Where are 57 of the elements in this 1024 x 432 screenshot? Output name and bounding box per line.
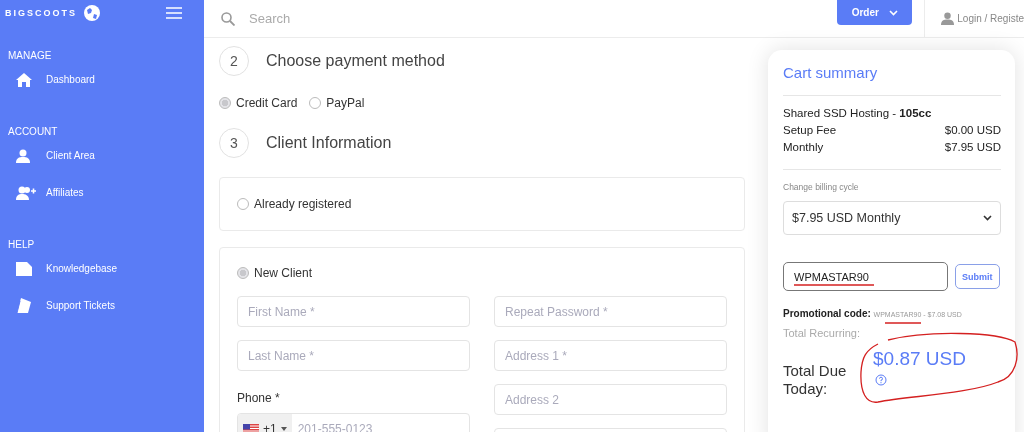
total-due-label: Total Due Today: (783, 362, 848, 398)
user-icon (16, 148, 30, 163)
help-icon[interactable] (875, 374, 887, 386)
sidebar-item[interactable]: Knowledgebase (46, 263, 118, 274)
billing-cycle-select[interactable]: $7.95 USD Monthly (783, 201, 1001, 235)
radio-button[interactable] (309, 97, 322, 109)
step-title: Client Information (266, 134, 392, 152)
radio-button[interactable] (237, 267, 249, 279)
radio-button[interactable] (237, 198, 249, 210)
sidebar-item[interactable]: Support Tickets (46, 300, 115, 311)
promo-code-field[interactable]: WPMASTAR90 (783, 262, 948, 291)
user-icon (941, 12, 955, 25)
login-link[interactable]: Login / Registe (957, 13, 1024, 24)
field-label: Phone * (237, 391, 281, 407)
total-recurring-label: Total Recurring: (783, 327, 862, 339)
chevron-down-icon (888, 9, 898, 16)
text-field[interactable]: Last Name * (237, 340, 470, 371)
sidebar-item[interactable]: Client Area (46, 150, 95, 161)
text-field[interactable]: Address 2 (494, 384, 727, 415)
radio-button[interactable] (219, 97, 231, 109)
line-amount: $7.95 USD (944, 140, 1001, 155)
flag-icon (243, 423, 259, 432)
radio-label[interactable]: PayPal (326, 96, 365, 110)
underline-mark (884, 322, 922, 324)
step-title: Choose payment method (266, 52, 445, 70)
caret-icon (280, 426, 287, 431)
sidebar-item[interactable]: Dashboard (46, 74, 95, 85)
sidebar-item[interactable]: Affiliates (46, 187, 84, 198)
add-users-icon (16, 185, 36, 200)
line-amount: $0.00 USD (944, 123, 1001, 138)
submit-button[interactable]: Submit (955, 264, 1000, 289)
document-icon (16, 261, 32, 276)
total-due-amount: $0.87 USD (873, 348, 966, 370)
text-field[interactable]: First Name * (237, 296, 470, 327)
section-heading: HELP (8, 239, 36, 250)
section-heading: MANAGE (8, 50, 53, 61)
radio-label[interactable]: New Client (254, 266, 313, 280)
menu-icon[interactable] (166, 7, 182, 19)
search-icon (221, 11, 235, 26)
logo-text: BIGSCOOTS (5, 8, 77, 18)
globe-icon (83, 4, 101, 22)
section-heading: ACCOUNT (8, 126, 59, 137)
chevron-down-icon (983, 215, 992, 221)
line-label: Monthly (783, 140, 824, 155)
phone-field[interactable]: +1 201-555-0123 (237, 413, 470, 432)
text-field[interactable]: Repeat Password * (494, 296, 727, 327)
home-icon (16, 72, 32, 87)
radio-label[interactable]: Credit Card (236, 96, 298, 110)
line-label: Setup Fee (783, 123, 837, 138)
radio-label[interactable]: Already registered (254, 197, 352, 211)
product-name: Shared SSD Hosting - 105cc (783, 106, 932, 121)
text-field[interactable]: Address 1 * (494, 340, 727, 371)
tickets-icon (16, 298, 32, 313)
card-title: Cart summary (783, 64, 879, 83)
field-label: Change billing cycle (783, 182, 860, 192)
country-code-selector[interactable]: +1 (238, 414, 292, 432)
order-button[interactable]: Order (837, 0, 913, 25)
